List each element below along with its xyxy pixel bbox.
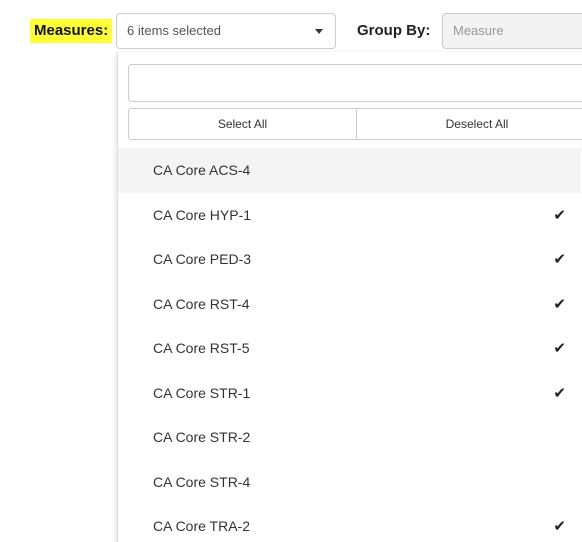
measures-label: Measures: <box>30 19 113 43</box>
groupby-label: Group By: <box>357 22 431 39</box>
option-label: CA Core PED-3 <box>153 251 252 267</box>
check-icon: ✔ <box>553 294 566 313</box>
select-all-button[interactable]: Select All <box>128 108 357 140</box>
dropdown-search-input[interactable] <box>128 64 582 102</box>
groupby-select[interactable]: Measure <box>442 13 582 49</box>
option-item[interactable]: CA Core ACS-4 <box>118 148 581 193</box>
option-label: CA Core STR-2 <box>153 429 251 445</box>
option-label: CA Core STR-4 <box>153 473 251 490</box>
measures-selected-count: 6 items selected <box>127 23 221 38</box>
option-item[interactable]: CA Core STR-4 <box>118 460 581 505</box>
option-item[interactable]: CA Core PED-3 ✔ <box>118 237 581 282</box>
check-icon: ✔ <box>553 383 566 402</box>
caret-down-icon <box>315 29 323 34</box>
option-item[interactable]: CA Core STR-1 ✔ <box>118 371 581 416</box>
options-list: CA Core ACS-4 CA Core HYP-1 ✔ CA Core PE… <box>118 148 581 542</box>
option-item[interactable]: CA Core HYP-1 ✔ <box>118 193 581 238</box>
select-actions: Select All Deselect All <box>128 108 582 140</box>
option-item[interactable]: CA Core TRA-2 ✔ <box>118 504 581 542</box>
check-icon: ✔ <box>553 339 566 357</box>
option-label: CA Core RST-4 <box>153 295 250 312</box>
check-icon: ✔ <box>553 517 566 535</box>
option-label: CA Core TRA-2 <box>153 518 250 534</box>
option-label: CA Core ACS-4 <box>153 162 251 178</box>
check-icon: ✔ <box>553 250 566 268</box>
deselect-all-button[interactable]: Deselect All <box>357 108 582 140</box>
groupby-value: Measure <box>453 23 504 38</box>
option-label: CA Core STR-1 <box>153 384 251 401</box>
page-root: Measures: 6 items selected Group By: Mea… <box>0 0 582 542</box>
option-item[interactable]: CA Core RST-5 ✔ <box>118 326 581 371</box>
option-label: CA Core RST-5 <box>153 340 250 356</box>
check-icon: ✔ <box>553 205 566 224</box>
measures-multiselect[interactable]: 6 items selected <box>116 13 336 49</box>
option-item[interactable]: CA Core STR-2 <box>118 415 581 460</box>
measures-dropdown-menu: Select All Deselect All CA Core ACS-4 CA… <box>117 52 582 542</box>
option-label: CA Core HYP-1 <box>153 206 252 223</box>
option-item[interactable]: CA Core RST-4 ✔ <box>118 282 581 327</box>
